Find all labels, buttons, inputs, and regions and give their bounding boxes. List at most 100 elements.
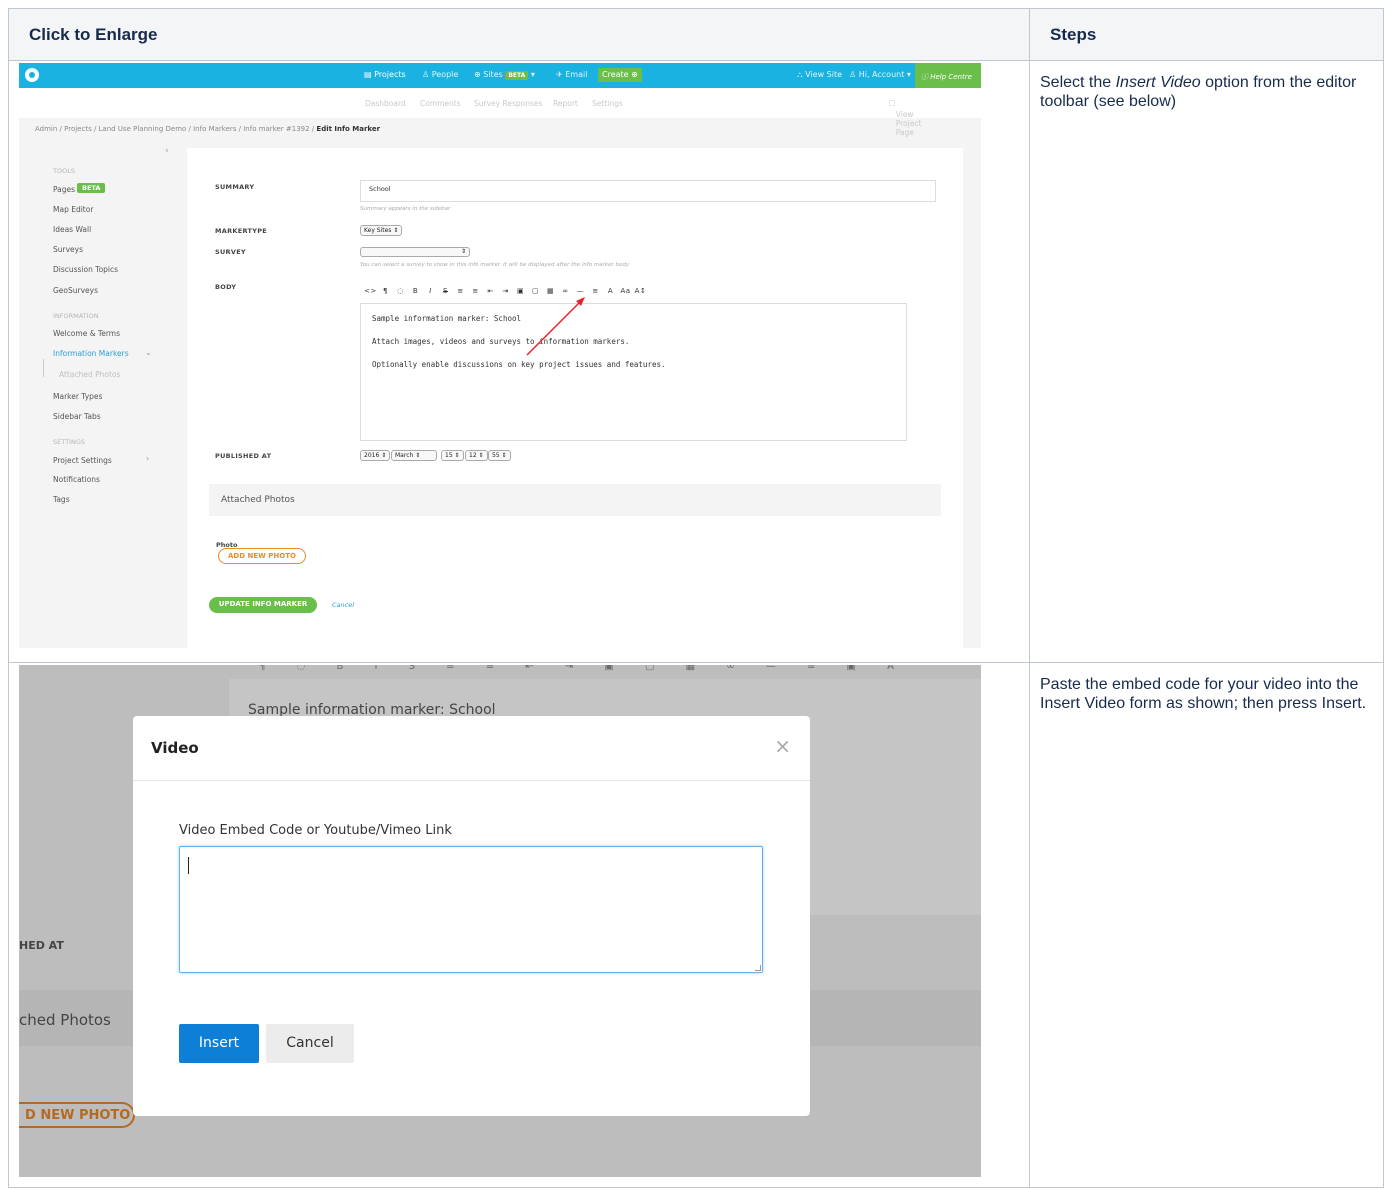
nav-email[interactable]: ✈ Email — [556, 70, 587, 79]
nav-sites[interactable]: ⊕ Sites BETA ▾ — [474, 70, 535, 80]
bold-icon[interactable]: B — [408, 287, 423, 295]
step-2-text: Paste the embed code for your video into… — [1029, 662, 1384, 1188]
screenshot-cell-1: ▤ Projects ♙ People ⊕ Sites BETA ▾ ✈ Ema… — [8, 60, 1030, 663]
hour-select[interactable]: 12 ⇕ — [465, 450, 488, 461]
body-editor[interactable]: Sample information marker: School Attach… — [360, 303, 907, 441]
sidebar-item-project-settings[interactable]: Project Settings — [53, 456, 112, 465]
survey-hint: You can select a survey to show in this … — [360, 262, 630, 268]
body-line: Sample information marker: School — [372, 314, 522, 323]
app-logo-icon — [25, 68, 39, 82]
year-select[interactable]: 2016 ⇕ — [360, 450, 391, 461]
screenshot-video-dialog[interactable]: ¶ ◌ B I S ≡ ≡ ⇤ ⇥ ▣ ▢ ▦ ∞ — ≡ ▣ A Sample… — [19, 665, 981, 1177]
top-navbar: ▤ Projects ♙ People ⊕ Sites BETA ▾ ✈ Ema… — [19, 63, 981, 88]
day-select[interactable]: 15 ⇕ — [441, 450, 464, 461]
nav-account[interactable]: ♙ Hi, Account ▾ — [849, 70, 911, 79]
screenshot-cell-2: ¶ ◌ B I S ≡ ≡ ⇤ ⇥ ▣ ▢ ▦ ∞ — ≡ ▣ A Sample… — [8, 662, 1030, 1188]
attached-photos-header: Attached Photos — [209, 484, 941, 516]
strikethrough-icon[interactable]: S — [438, 287, 453, 295]
sidebar-item-tags[interactable]: Tags — [53, 495, 70, 504]
nav-people[interactable]: ♙ People — [422, 70, 458, 79]
survey-select[interactable]: ⇕ — [360, 247, 470, 257]
sidebar-item-map-editor[interactable]: Map Editor — [53, 205, 93, 214]
cancel-link[interactable]: Cancel — [332, 601, 354, 609]
view-project-page-link[interactable]: ☐ View Project Page — [889, 99, 921, 137]
font-color-icon[interactable]: A — [603, 287, 618, 295]
unordered-list-icon[interactable]: ≡ — [453, 287, 468, 295]
month-select[interactable]: March ⇕ — [391, 450, 437, 461]
outdent-icon[interactable]: ⇤ — [483, 287, 498, 295]
italic-icon[interactable]: I — [423, 287, 438, 295]
markertype-select[interactable]: Key Sites ⇕ — [360, 225, 403, 236]
header-click-to-enlarge: Click to Enlarge — [8, 8, 1030, 61]
sidebar-item-notifications[interactable]: Notifications — [53, 475, 100, 484]
sidebar-item-ideas-wall[interactable]: Ideas Wall — [53, 225, 91, 234]
screenshot-edit-info-marker[interactable]: ▤ Projects ♙ People ⊕ Sites BETA ▾ ✈ Ema… — [19, 63, 981, 648]
subnav-settings[interactable]: Settings — [592, 99, 623, 108]
sidebar-heading-information: INFORMATION — [53, 312, 99, 320]
indent-icon[interactable]: ⇥ — [498, 287, 513, 295]
insert-button[interactable]: Insert — [179, 1024, 259, 1063]
summary-input[interactable]: School — [360, 180, 936, 202]
subnav-comments[interactable]: Comments — [420, 99, 461, 108]
body-line: Optionally enable discussions on key pro… — [372, 360, 666, 369]
insert-video-icon[interactable]: ▢ — [528, 287, 543, 295]
color-icon[interactable]: ◌ — [393, 287, 408, 295]
sidebar-item-attached-photos[interactable]: Attached Photos — [59, 370, 120, 379]
help-centre-button[interactable]: ⓘ Help Centre — [915, 63, 981, 88]
sidebar-item-sidebar-tabs[interactable]: Sidebar Tabs — [53, 412, 101, 421]
subnav-dashboard[interactable]: Dashboard — [365, 99, 406, 108]
background-published-label: HED AT — [19, 939, 64, 952]
create-button[interactable]: Create ⊕ — [598, 68, 642, 82]
video-modal: Video × Video Embed Code or Youtube/Vime… — [133, 716, 810, 1116]
chevron-down-icon[interactable]: ⌄ — [145, 348, 152, 357]
breadcrumb: Admin / Projects / Land Use Planning Dem… — [35, 125, 381, 133]
sidebar-item-discussion-topics[interactable]: Discussion Topics — [53, 265, 118, 274]
ordered-list-icon[interactable]: ≡ — [468, 287, 483, 295]
sidebar-item-geosurveys[interactable]: GeoSurveys — [53, 286, 98, 295]
header-steps: Steps — [1029, 8, 1384, 61]
embed-code-label: Video Embed Code or Youtube/Vimeo Link — [179, 823, 452, 838]
modal-title: Video — [151, 739, 199, 757]
subnav-survey-responses[interactable]: Survey Responses — [474, 99, 542, 108]
minute-select[interactable]: 55 ⇕ — [488, 450, 511, 461]
code-view-icon[interactable]: <> — [363, 287, 378, 295]
sidebar-item-surveys[interactable]: Surveys — [53, 245, 83, 254]
close-icon[interactable]: × — [774, 734, 791, 758]
modal-header: Video × — [133, 716, 810, 781]
body-label: BODY — [215, 283, 237, 291]
project-subnav: Dashboard Comments Survey Responses Repo… — [19, 88, 981, 137]
add-new-photo-button[interactable]: ADD NEW PHOTO — [218, 548, 306, 564]
sidebar-heading-settings: SETTINGS — [53, 438, 86, 446]
summary-label: SUMMARY — [215, 183, 255, 191]
embed-code-textarea[interactable] — [179, 846, 763, 973]
cancel-button[interactable]: Cancel — [266, 1024, 354, 1063]
editor-toolbar[interactable]: <> ¶ ◌ B I S ≡ ≡ ⇤ ⇥ ▣ ▢ ▦ ∞ — ≡ A Aa A↕ — [363, 287, 648, 295]
subnav-report[interactable]: Report — [553, 99, 578, 108]
line-height-icon[interactable]: A↕ — [633, 287, 648, 295]
nav-projects[interactable]: ▤ Projects — [364, 70, 406, 79]
collapse-sidebar-icon[interactable]: ‹ — [165, 146, 169, 156]
insert-link-icon[interactable]: ∞ — [558, 287, 573, 295]
horizontal-rule-icon[interactable]: — — [573, 287, 588, 295]
insert-image-icon[interactable]: ▣ — [513, 287, 528, 295]
sidebar-item-welcome-terms[interactable]: Welcome & Terms — [53, 329, 120, 338]
summary-hint: Summary appears in the sidebar — [360, 206, 451, 212]
update-info-marker-button[interactable]: UPDATE INFO MARKER — [209, 597, 317, 613]
font-size-icon[interactable]: Aa — [618, 287, 633, 295]
paragraph-icon[interactable]: ¶ — [378, 287, 393, 295]
resize-grip-icon[interactable] — [755, 965, 761, 971]
insert-table-icon[interactable]: ▦ — [543, 287, 558, 295]
sidebar-item-pages[interactable]: Pages — [53, 185, 75, 194]
body-line: Attach images, videos and surveys to inf… — [372, 337, 630, 346]
chevron-right-icon[interactable]: › — [146, 454, 149, 463]
sidebar-item-marker-types[interactable]: Marker Types — [53, 392, 102, 401]
background-toolbar: ¶ ◌ B I S ≡ ≡ ⇤ ⇥ ▣ ▢ ▦ ∞ — ≡ ▣ A — [259, 665, 908, 672]
sidebar-heading-tools: TOOLS — [53, 167, 75, 175]
sidebar-item-information-markers[interactable]: Information Markers — [53, 349, 129, 358]
align-icon[interactable]: ≡ — [588, 287, 603, 295]
background-photos-header: ched Photos — [19, 1011, 111, 1029]
nav-view-site[interactable]: ⛬ View Site — [797, 70, 842, 80]
steps-table: Click to Enlarge Steps ▤ Projects ♙ Peop… — [8, 8, 1384, 1188]
background-add-photo-button: D NEW PHOTO — [19, 1102, 135, 1128]
markertype-label: MARKERTYPE — [215, 227, 268, 235]
